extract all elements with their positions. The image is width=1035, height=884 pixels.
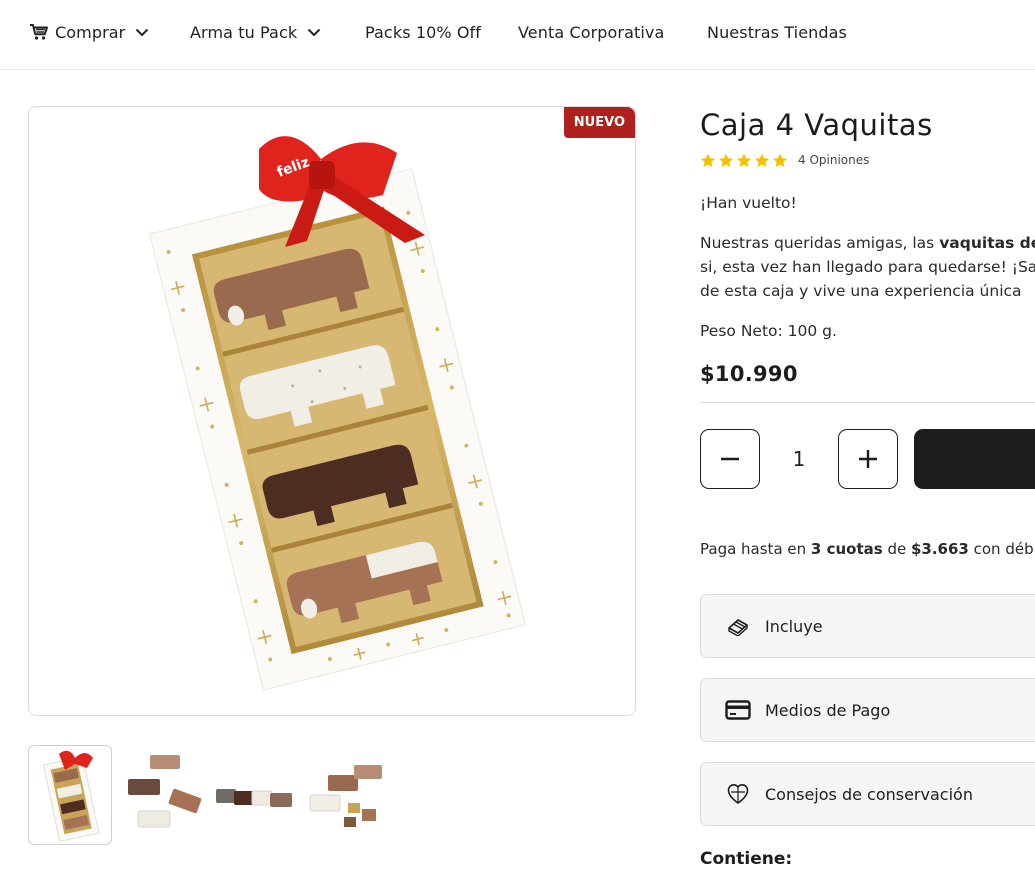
accordion-label: Consejos de conservación <box>765 784 973 804</box>
add-to-cart-button[interactable] <box>914 429 1035 489</box>
divider <box>700 402 1035 403</box>
thumbnail-box-front[interactable] <box>28 745 112 845</box>
nav-item-label: Comprar <box>55 22 126 42</box>
product-description-line: Nuestras queridas amigas, las vaquitas d… <box>700 231 1035 255</box>
thumbnail-cows-scattered[interactable] <box>120 745 204 845</box>
chevron-down-icon <box>308 28 321 36</box>
cart-icon <box>30 24 48 40</box>
star-icon <box>754 153 770 167</box>
nav-item-label: Venta Corporativa <box>518 22 665 42</box>
description-text: Nuestras queridas amigas, las <box>700 234 940 252</box>
chevron-down-icon <box>136 28 149 36</box>
product-description-line: de esta caja y vive una experiencia únic… <box>700 282 1022 300</box>
increase-quantity-button[interactable] <box>838 429 898 489</box>
product-description-line: si, esta vez han llegado para quedarse! … <box>700 258 1035 276</box>
credit-card-icon <box>725 697 751 723</box>
star-icon <box>772 153 788 167</box>
net-weight: Peso Neto: 100 g. <box>700 322 837 340</box>
installments-info: Paga hasta en 3 cuotas de $3.663 con déb <box>700 540 1034 558</box>
top-navigation: Comprar Arma tu Pack Packs 10% Off Venta… <box>0 0 1035 70</box>
quantity-value[interactable]: 1 <box>760 429 838 489</box>
product-photo: feliz <box>149 136 527 691</box>
minus-icon <box>721 457 739 461</box>
thumbnail-image <box>216 789 292 807</box>
nav-item-arma-tu-pack[interactable]: Arma tu Pack <box>190 20 321 44</box>
nav-item-packs-off[interactable]: Packs 10% Off <box>365 20 481 44</box>
product-title: Caja 4 Vaquitas <box>700 108 933 142</box>
product-rating[interactable]: 4 Opiniones <box>700 151 869 169</box>
nav-item-comprar[interactable]: Comprar <box>29 20 149 44</box>
nav-item-nuestras-tiendas[interactable]: Nuestras Tiendas <box>707 20 847 44</box>
plus-icon <box>859 450 877 468</box>
thumbnail-strip <box>28 745 428 845</box>
accordion-consejos-conservacion[interactable]: Consejos de conservación <box>700 762 1035 826</box>
installments-amount: $3.663 <box>910 540 969 558</box>
star-icon <box>736 153 752 167</box>
nav-item-label: Nuestras Tiendas <box>707 22 847 42</box>
star-icon <box>700 153 716 167</box>
description-bold: vaquitas de <box>939 234 1035 252</box>
thumbnail-cows-with-pieces[interactable] <box>304 745 388 845</box>
new-badge: NUEVO <box>563 107 635 138</box>
accordion-label: Incluye <box>765 616 823 636</box>
chocolate-bar-icon <box>725 613 751 639</box>
accordion-medios-de-pago[interactable]: Medios de Pago <box>700 678 1035 742</box>
product-price: $10.990 <box>700 362 798 386</box>
contains-heading: Contiene: <box>700 849 793 869</box>
accordion-incluye[interactable]: Incluye <box>700 594 1035 658</box>
installments-text: Paga hasta en <box>700 540 811 558</box>
thumbnail-cows-row[interactable] <box>212 745 296 845</box>
product-intro: ¡Han vuelto! <box>700 194 797 212</box>
thumbnail-image <box>309 765 382 827</box>
installments-text: de <box>882 540 911 558</box>
nav-item-label: Arma tu Pack <box>190 22 298 42</box>
review-count[interactable]: 4 Opiniones <box>798 153 869 167</box>
installments-text: con déb <box>968 540 1034 558</box>
thumbnail-image <box>128 755 202 828</box>
nav-item-venta-corporativa[interactable]: Venta Corporativa <box>518 20 664 44</box>
star-rating <box>700 153 788 168</box>
accordion-label: Medios de Pago <box>765 700 891 720</box>
product-main-image[interactable]: feliz NUEVO <box>28 106 636 716</box>
heart-shield-icon <box>725 781 751 807</box>
thumbnail-image <box>42 750 100 842</box>
nav-item-label: Packs 10% Off <box>365 22 482 42</box>
installments-count: 3 cuotas <box>810 540 883 558</box>
star-icon <box>718 153 734 167</box>
decrease-quantity-button[interactable] <box>700 429 760 489</box>
